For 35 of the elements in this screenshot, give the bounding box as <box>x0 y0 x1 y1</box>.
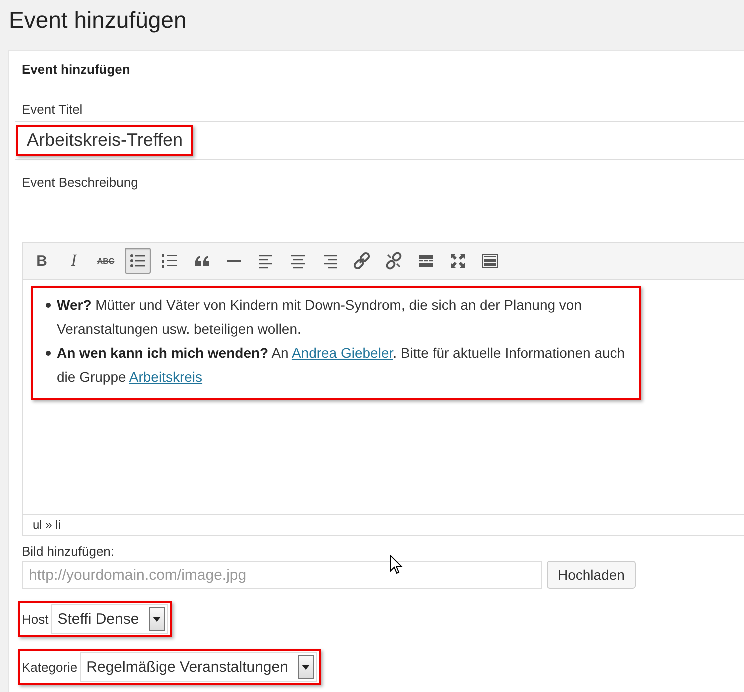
field-label: Bild hinzufügen: <box>22 544 116 559</box>
dropdown[interactable]: Steffi Dense <box>50 604 168 634</box>
caret-icon <box>302 664 310 670</box>
bold-button[interactable]: B <box>29 248 55 274</box>
dropdown[interactable]: Regelmäßige Veranstaltungen <box>80 652 318 682</box>
element-path: ul » li <box>23 514 744 535</box>
caret-icon <box>153 616 162 622</box>
unlink-icon <box>385 252 403 270</box>
upload-button[interactable]: Hochladen <box>547 561 636 589</box>
italic-button[interactable]: I <box>61 248 87 274</box>
image-url-field[interactable]: http://yourdomain.com/image.jpg <box>22 561 542 589</box>
list-item-text: An wen kann ich mich wenden? An Andrea Giebeler. Bitte für aktuelle Informationen auch die Gruppe Arbeitskreis <box>57 345 626 385</box>
align-right-icon <box>321 252 339 270</box>
text-link[interactable]: Andrea Giebeler <box>292 345 394 361</box>
text-link[interactable]: Arbeitskreis <box>129 369 203 385</box>
bullet-icon <box>46 303 51 308</box>
align-left-icon <box>257 252 275 270</box>
list-item-text: Wer? Mütter und Väter von Kindern mit Down-Syndrom, die sich an der Planung von Veranstaltungen usw. beteiligen wollen. <box>57 297 582 337</box>
cursor-icon <box>390 555 403 575</box>
field-label: Kategorie <box>22 660 78 674</box>
field-label: Host <box>22 612 49 626</box>
strikethrough-button[interactable]: ABC <box>93 248 119 274</box>
numbers-icon <box>161 252 179 270</box>
bullet-icon <box>46 351 51 356</box>
title-field[interactable]: Arbeitskreis-Treffen <box>15 121 744 160</box>
bullet-list-button[interactable] <box>125 248 151 274</box>
page-title: Event hinzufügen <box>8 6 188 35</box>
fullscreen-icon <box>449 252 467 270</box>
align-center-icon <box>289 252 307 270</box>
bullets-icon <box>129 252 147 270</box>
field-label: Event Beschreibung <box>22 175 140 190</box>
field-value: Arbeitskreis-Treffen <box>27 130 184 150</box>
field-label: Event Titel <box>22 102 84 117</box>
card-title: Event hinzufügen <box>22 61 130 77</box>
link-icon <box>353 252 371 270</box>
